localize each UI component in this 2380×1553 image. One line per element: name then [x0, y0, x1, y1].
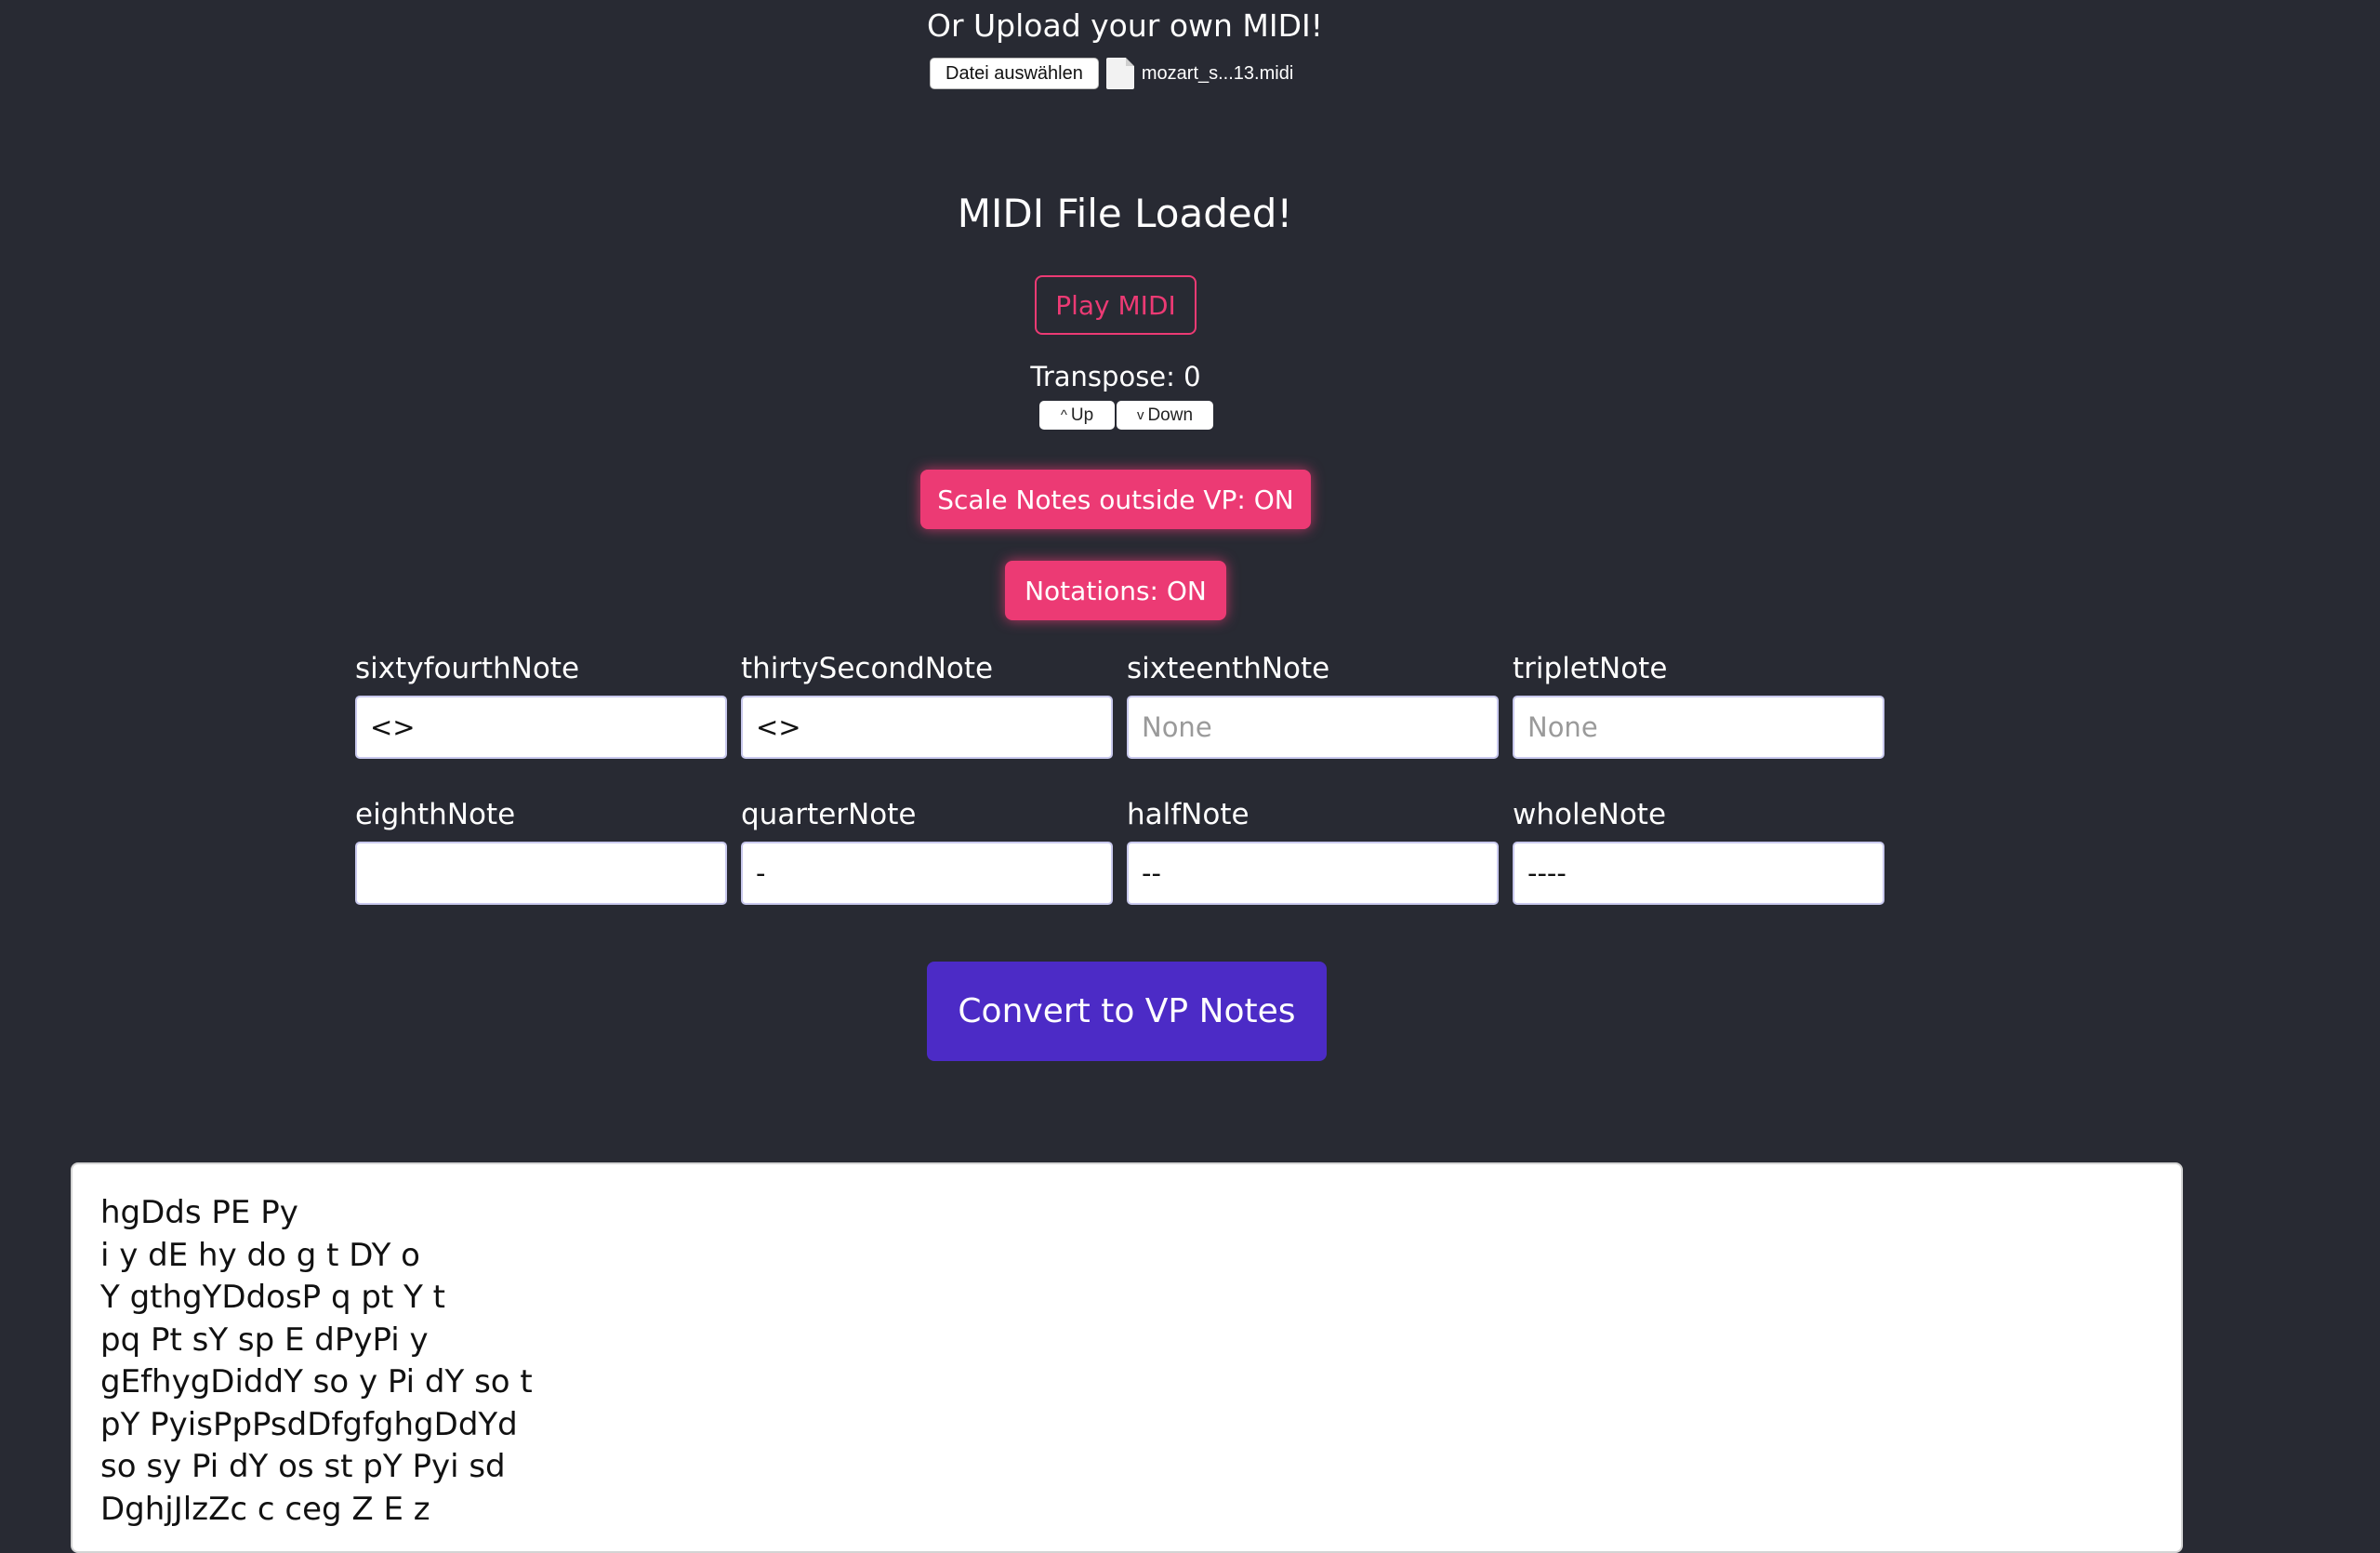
notations-toggle-button[interactable]: Notations: ON: [1005, 561, 1226, 620]
play-midi-button[interactable]: Play MIDI: [1035, 275, 1197, 335]
field-label: quarterNote: [741, 798, 917, 831]
file-picker[interactable]: Datei auswählen mozart_s...13.midi: [930, 58, 1293, 89]
transpose-up-button[interactable]: ^ Up: [1039, 401, 1115, 430]
output-line: i y dE hy do g t DY o: [100, 1236, 420, 1274]
field-triplet-note: tripletNote: [1513, 649, 1884, 759]
sixtyfourth-note-input[interactable]: [355, 696, 727, 759]
field-thirty-second-note: thirtySecondNote: [741, 649, 1113, 759]
triplet-note-input[interactable]: [1513, 696, 1884, 759]
field-label: tripletNote: [1513, 652, 1668, 685]
field-quarter-note: quarterNote: [741, 795, 1113, 905]
scale-notes-toggle-button[interactable]: Scale Notes outside VP: ON: [920, 470, 1311, 529]
field-eighth-note: eighthNote: [355, 795, 727, 905]
field-sixtyfourth-note: sixtyfourthNote: [355, 649, 727, 759]
sixteenth-note-input[interactable]: [1127, 696, 1499, 759]
transpose-down-label: Down: [1147, 405, 1194, 425]
field-half-note: halfNote: [1127, 795, 1499, 905]
vp-notes-output[interactable]: hgDds PE Py i y dE hy do g t DY o Y gthg…: [71, 1162, 2183, 1553]
field-whole-note: wholeNote: [1513, 795, 1884, 905]
transpose-label: Transpose: 0: [1030, 361, 1201, 392]
convert-to-vp-notes-button[interactable]: Convert to VP Notes: [927, 962, 1327, 1061]
whole-note-input[interactable]: [1513, 842, 1884, 905]
field-label: thirtySecondNote: [741, 652, 994, 685]
field-label: sixtyfourthNote: [355, 652, 580, 685]
selected-file-name: mozart_s...13.midi: [1141, 62, 1294, 84]
field-label: sixteenthNote: [1127, 652, 1330, 685]
chevron-down-icon: v: [1136, 407, 1144, 423]
half-note-input[interactable]: [1127, 842, 1499, 905]
output-line: pY PyisPpPsdDfgfghgDdYd: [100, 1405, 518, 1443]
quarter-note-input[interactable]: [741, 842, 1113, 905]
output-line: DghjJlzZc c ceg Z E z: [100, 1490, 430, 1528]
output-line: gEfhygDiddY so y Pi dY so t: [100, 1363, 533, 1400]
output-line: pq Pt sY sp E dPyPi y: [100, 1321, 429, 1359]
output-line: hgDds PE Py: [100, 1194, 298, 1231]
transpose-down-button[interactable]: v Down: [1117, 401, 1213, 430]
eighth-note-input[interactable]: [355, 842, 727, 905]
field-label: eighthNote: [355, 798, 516, 831]
midi-loaded-title: MIDI File Loaded!: [957, 191, 1293, 236]
field-label: wholeNote: [1513, 798, 1667, 831]
output-line: so sy Pi dY os st pY Pyi sd: [100, 1448, 506, 1485]
transpose-up-label: Up: [1070, 405, 1094, 425]
upload-title: Or Upload your own MIDI!: [926, 7, 1323, 44]
field-label: halfNote: [1127, 798, 1250, 831]
chevron-up-icon: ^: [1060, 407, 1067, 423]
choose-file-button[interactable]: Datei auswählen: [930, 58, 1099, 89]
field-sixteenth-note: sixteenthNote: [1127, 649, 1499, 759]
thirty-second-note-input[interactable]: [741, 696, 1113, 759]
transpose-controls: ^ Up v Down: [1039, 401, 1213, 430]
file-icon: [1105, 58, 1134, 89]
output-line: Y gthgYDdosP q pt Y t: [100, 1279, 445, 1316]
